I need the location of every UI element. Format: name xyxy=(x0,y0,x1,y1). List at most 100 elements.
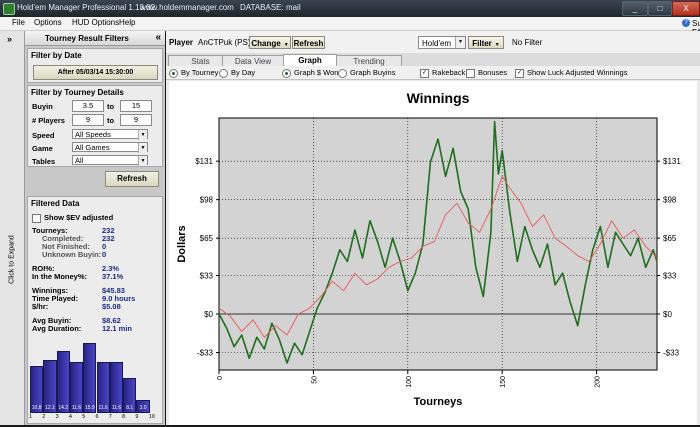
dropdown-arrow-icon: ▼ xyxy=(494,42,500,48)
menu-hud-options[interactable]: HUD Options xyxy=(72,18,119,27)
filter-panel-header: Tourney Result Filters « xyxy=(25,31,165,46)
x-tick-label: 200 xyxy=(595,376,602,388)
radio-selected-icon[interactable] xyxy=(169,68,178,78)
x-tick-label: 150 xyxy=(500,376,507,388)
filter-refresh-button[interactable]: Refresh xyxy=(105,171,159,187)
checkbox-checked-icon[interactable] xyxy=(420,68,429,78)
window-url: www.holdemmanager.com xyxy=(140,3,234,12)
y-tick-label-right: $0 xyxy=(663,310,672,319)
expand-chevron-icon[interactable]: » xyxy=(7,34,12,44)
suggested-faqs-link[interactable]: ?Suggested FAQs (8) xyxy=(682,18,700,37)
menu-bar: File Options HUD Options Help ?Suggested… xyxy=(0,17,700,37)
rakeback-checkbox[interactable]: Rakeback xyxy=(420,68,465,78)
filter-by-details-box: Filter by Tourney Details Buyin 3.5 to 1… xyxy=(27,85,163,167)
histogram-bar xyxy=(83,343,97,413)
graph-buyins-radio[interactable]: Graph Buyins xyxy=(338,68,395,78)
players-from-input[interactable]: 9 xyxy=(72,114,104,126)
unknown-buyin-value: 0 xyxy=(102,250,107,259)
players-to-input[interactable]: 9 xyxy=(120,114,152,126)
y-tick-label: $0 xyxy=(204,310,213,319)
radio-icon[interactable] xyxy=(219,68,228,78)
close-button[interactable]: X xyxy=(672,1,700,16)
buyin-label: Buyin xyxy=(32,102,53,111)
histogram-axis-label: 6 xyxy=(95,414,99,420)
histogram-axis-label: 9 xyxy=(135,414,139,420)
histogram-bar-label: 11.6 xyxy=(71,405,82,411)
y-axis-label: Dollars xyxy=(176,225,188,262)
date-filter-button[interactable]: After 05/03/14 15:30:00 xyxy=(33,65,158,80)
tables-label: Tables xyxy=(32,157,56,166)
histogram-axis-label: 10 xyxy=(148,414,155,420)
histogram-bar-label: 15.9 xyxy=(84,405,95,411)
histogram-bar xyxy=(56,350,70,413)
checkbox-icon[interactable] xyxy=(466,68,475,78)
histogram-bar-label: 3.0 xyxy=(139,405,147,411)
by-day-radio[interactable]: By Day xyxy=(219,68,255,78)
filter-button[interactable]: Filter ▼ xyxy=(468,36,504,49)
menu-file[interactable]: File xyxy=(12,18,25,27)
y-tick-label-right: $98 xyxy=(663,196,677,205)
game-type-select[interactable]: Hold'em ▼ xyxy=(418,36,466,49)
checkbox-icon[interactable] xyxy=(32,213,41,223)
tab-trending[interactable]: Trending xyxy=(336,55,402,66)
graph-won-radio[interactable]: Graph $ Won xyxy=(282,68,338,78)
histogram-bar-label: 12.1 xyxy=(45,405,55,411)
tables-value: All xyxy=(75,156,84,165)
change-player-button[interactable]: Change ▼ xyxy=(249,36,291,49)
histogram-bar-label: 11.6 xyxy=(111,405,122,411)
tab-data-view[interactable]: Data View xyxy=(222,55,284,66)
y-tick-label: $33 xyxy=(200,272,214,281)
expand-label: Click to Expand xyxy=(8,235,16,284)
dropdown-arrow-icon: ▼ xyxy=(283,42,289,48)
itm-value: 37.1% xyxy=(102,272,124,281)
tab-graph[interactable]: Graph xyxy=(283,54,337,66)
luck-adjusted-checkbox[interactable]: Show Luck Adjusted Winnings xyxy=(515,68,627,78)
maximize-button[interactable]: □ xyxy=(648,1,672,16)
players-label: # Players xyxy=(32,116,65,125)
bonuses-checkbox[interactable]: Bonuses xyxy=(466,68,507,78)
menu-options[interactable]: Options xyxy=(34,18,62,27)
histogram-axis-label: 8 xyxy=(122,414,126,420)
avg-duration-value: 12.1 min xyxy=(102,324,133,333)
itm-label: In the Money%: xyxy=(32,272,88,281)
by-tourney-label: By Tourney xyxy=(181,68,219,77)
unknown-buyin-label: Unknown Buyin: xyxy=(42,250,102,259)
player-label: Player xyxy=(169,38,194,47)
radio-selected-icon[interactable] xyxy=(282,68,291,78)
game-type-value: Hold'em xyxy=(422,39,452,48)
by-tourney-radio[interactable]: By Tourney xyxy=(169,68,218,78)
tab-strip: Stats Data View Graph Trending xyxy=(166,53,700,66)
buyin-to-input[interactable]: 15 xyxy=(120,100,152,112)
luck-adjusted-label: Show Luck Adjusted Winnings xyxy=(527,68,628,77)
dropdown-arrow-icon[interactable]: ▼ xyxy=(138,130,147,140)
minimize-button[interactable]: _ xyxy=(622,1,648,16)
filtered-data-box: Filtered Data Show $EV adjusted Tourneys… xyxy=(27,196,163,424)
speed-select[interactable]: All Speeds ▼ xyxy=(72,129,148,140)
collapse-chevron-icon[interactable]: « xyxy=(155,32,161,43)
show-ev-checkbox[interactable]: Show $EV adjusted xyxy=(32,213,113,223)
dropdown-arrow-icon[interactable]: ▼ xyxy=(455,37,465,48)
dropdown-arrow-icon[interactable]: ▼ xyxy=(138,143,147,153)
game-label: Game xyxy=(32,144,53,153)
change-label: Change xyxy=(251,39,281,48)
graph-options-bar: By Tourney By Day Graph $ Won Graph Buyi… xyxy=(166,66,700,80)
expand-panel[interactable]: » Click to Expand xyxy=(0,31,25,425)
histogram-bar-label: 8.1 xyxy=(126,405,134,411)
help-icon: ? xyxy=(682,18,690,27)
checkbox-checked-icon[interactable] xyxy=(515,68,524,78)
game-value: All Games xyxy=(75,143,110,152)
menu-help[interactable]: Help xyxy=(119,18,135,27)
dropdown-arrow-icon[interactable]: ▼ xyxy=(138,156,147,166)
graph-won-label: Graph $ Won xyxy=(294,68,339,77)
tables-select[interactable]: All ▼ xyxy=(72,155,148,166)
histogram-bar-label: 14.2 xyxy=(58,405,69,411)
histogram-bar-label: 10.8 xyxy=(31,405,42,411)
toolbar-refresh-button[interactable]: Refresh xyxy=(292,36,325,49)
buyin-from-input[interactable]: 3.5 xyxy=(72,100,104,112)
x-tick-label: 50 xyxy=(311,376,318,384)
graph-buyins-label: Graph Buyins xyxy=(350,68,396,77)
player-value: AnCTPuk (PS) xyxy=(198,38,251,47)
game-select[interactable]: All Games ▼ xyxy=(72,142,148,153)
histogram-axis-label: 4 xyxy=(68,414,72,420)
radio-icon[interactable] xyxy=(338,68,347,78)
